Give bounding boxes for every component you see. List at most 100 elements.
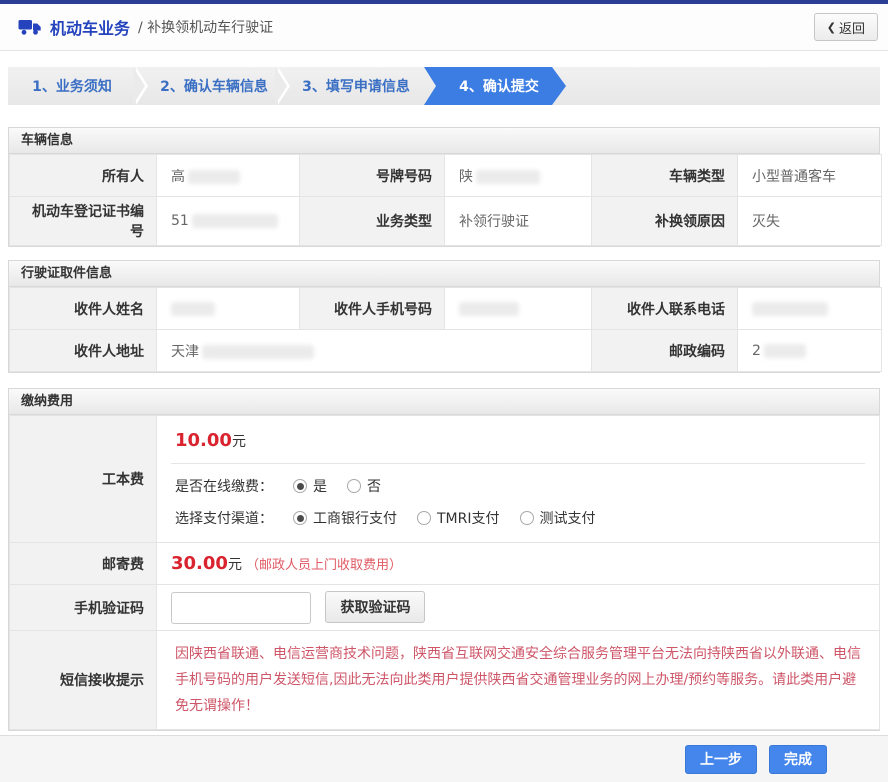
- pickup-info-header: 行驶证取件信息: [9, 261, 879, 287]
- redacted-value: [171, 301, 215, 316]
- previous-step-button[interactable]: 上一步: [685, 744, 757, 774]
- table-row: 工本费 10.00元 是否在线缴费： 是 否 选择支付渠道： 工商银行支付 TM…: [9, 415, 880, 543]
- back-caret-icon: ❮: [826, 20, 836, 34]
- table-row: 邮寄费 30.00元 （邮政人员上门收取费用）: [9, 542, 880, 585]
- step-bar: 1、业务须知 2、确认车辆信息 3、填写申请信息 4、确认提交: [8, 67, 880, 105]
- gongben-amount: 10.00元: [171, 418, 865, 464]
- field-label: 车辆类型: [591, 154, 738, 197]
- footer-action-bar: 上一步 完成: [0, 735, 888, 782]
- step-4-confirm-submit-active: 4、确认提交: [424, 67, 566, 105]
- field-value: 51: [156, 196, 300, 246]
- field-value: 高: [156, 154, 300, 197]
- value-text: 天津: [171, 343, 199, 360]
- sms-code-input[interactable]: [171, 592, 311, 624]
- field-label: 邮寄费: [9, 542, 157, 585]
- vehicle-info-table: 所有人 高 号牌号码 陕 车辆类型 小型普通客车 机动车登记证书编号 51 业务…: [9, 154, 882, 246]
- field-label: 邮政编码: [591, 329, 738, 372]
- redacted-value: [752, 301, 828, 316]
- step-1-business-notice: 1、业务须知: [32, 79, 112, 95]
- field-label: 收件人手机号码: [299, 287, 445, 330]
- breadcrumb: / 补换领机动车行驶证: [138, 20, 274, 36]
- gongben-fee-cell: 10.00元 是否在线缴费： 是 否 选择支付渠道： 工商银行支付 TMRI支付…: [156, 415, 880, 543]
- field-label: 手机验证码: [9, 584, 157, 631]
- step-separator: [275, 67, 292, 105]
- field-value: [156, 287, 300, 330]
- redacted-value: [188, 169, 240, 184]
- table-row: 收件人地址 天津 邮政编码 2: [9, 329, 882, 372]
- radio-label: 否: [367, 479, 381, 495]
- back-button-label: 返回: [838, 21, 865, 37]
- redacted-value: [202, 344, 314, 359]
- youji-fee-cell: 30.00元 （邮政人员上门收取费用）: [156, 542, 880, 585]
- redacted-value: [191, 214, 278, 228]
- vehicle-info-header: 车辆信息: [9, 128, 879, 154]
- radio-option-tmri[interactable]: TMRI支付: [417, 508, 500, 528]
- pickup-info-section: 行驶证取件信息 收件人姓名 收件人手机号码 收件人联系电话 收件人地址 天津 邮…: [8, 260, 882, 373]
- vehicle-info-section: 车辆信息 所有人 高 号牌号码 陕 车辆类型 小型普通客车 机动车登记证书编号 …: [8, 127, 882, 247]
- field-label: 收件人地址: [9, 329, 157, 372]
- radio-label: TMRI支付: [437, 511, 500, 527]
- value-text: 51: [171, 213, 189, 229]
- pay-channel-question: 选择支付渠道：: [175, 511, 273, 527]
- step-2-confirm-vehicle: 2、确认车辆信息: [160, 79, 268, 95]
- fee-amount: 10.00: [175, 430, 232, 451]
- field-value: 2: [737, 329, 882, 372]
- redacted-value: [459, 301, 519, 316]
- field-label: 所有人: [9, 154, 157, 197]
- back-button[interactable]: ❮ 返回: [813, 13, 878, 41]
- sms-notice-cell: 因陕西省联通、电信运营商技术问题，陕西省互联网交通安全综合服务管理平台无法向持陕…: [156, 630, 880, 730]
- radio-option-test[interactable]: 测试支付: [519, 508, 596, 528]
- payment-section: 缴纳费用 工本费 10.00元 是否在线缴费： 是 否 选择支付渠道： 工商银行…: [8, 388, 880, 731]
- field-value: 小型普通客车: [737, 154, 882, 197]
- field-value: [444, 287, 592, 330]
- radio-label: 工商银行支付: [313, 511, 397, 527]
- field-label: 收件人姓名: [9, 287, 157, 330]
- value-text: 陕: [459, 168, 473, 185]
- radio-unselected-icon: [519, 511, 534, 525]
- field-label: 补换领原因: [591, 196, 738, 246]
- table-row: 手机验证码 获取验证码: [9, 584, 880, 631]
- fee-unit: 元: [227, 557, 242, 573]
- table-row: 短信接收提示 因陕西省联通、电信运营商技术问题，陕西省互联网交通安全综合服务管理…: [9, 630, 880, 730]
- online-pay-question: 是否在线缴费：: [175, 479, 273, 495]
- radio-unselected-icon: [347, 479, 361, 493]
- payment-table: 工本费 10.00元 是否在线缴费： 是 否 选择支付渠道： 工商银行支付 TM…: [9, 415, 880, 730]
- radio-unselected-icon: [417, 511, 431, 525]
- field-label: 机动车登记证书编号: [9, 196, 157, 246]
- field-label: 业务类型: [299, 196, 445, 246]
- step-3-fill-application: 3、填写申请信息: [302, 79, 410, 95]
- step-separator: [133, 67, 150, 105]
- fee-amount: 30.00: [171, 553, 228, 574]
- radio-option-icbc[interactable]: 工商银行支付: [293, 508, 397, 528]
- fee-unit: 元: [231, 434, 246, 450]
- field-value: [737, 287, 882, 330]
- field-label: 收件人联系电话: [591, 287, 738, 330]
- table-row: 机动车登记证书编号 51 业务类型 补领行驶证 补换领原因 灭失: [9, 196, 882, 246]
- finish-button[interactable]: 完成: [769, 744, 827, 774]
- payment-header: 缴纳费用: [9, 389, 879, 415]
- redacted-value: [476, 169, 540, 184]
- field-label: 短信接收提示: [9, 630, 157, 730]
- radio-option-no[interactable]: 否: [347, 476, 381, 496]
- field-label: 工本费: [9, 415, 157, 543]
- value-text: 高: [171, 168, 185, 185]
- radio-selected-icon: [293, 511, 307, 525]
- radio-selected-icon: [293, 479, 307, 493]
- table-row: 所有人 高 号牌号码 陕 车辆类型 小型普通客车: [9, 154, 882, 197]
- get-code-button[interactable]: 获取验证码: [325, 591, 426, 623]
- radio-option-yes[interactable]: 是: [293, 476, 327, 496]
- header-title-group: 机动车业务 / 补换领机动车行驶证: [18, 15, 273, 39]
- field-value: 陕: [444, 154, 592, 197]
- page-title: 机动车业务: [50, 19, 131, 38]
- sms-notice-text: 因陕西省联通、电信运营商技术问题，陕西省互联网交通安全综合服务管理平台无法向持陕…: [175, 646, 861, 714]
- page-header: 机动车业务 / 补换领机动车行驶证 ❮ 返回: [0, 4, 888, 51]
- pay-channel-row: 选择支付渠道： 工商银行支付 TMRI支付 测试支付: [171, 508, 865, 528]
- table-row: 收件人姓名 收件人手机号码 收件人联系电话: [9, 287, 882, 330]
- pickup-info-table: 收件人姓名 收件人手机号码 收件人联系电话 收件人地址 天津 邮政编码 2: [9, 287, 882, 372]
- field-label: 号牌号码: [299, 154, 445, 197]
- online-pay-row: 是否在线缴费： 是 否: [171, 476, 865, 496]
- field-value: 补领行驶证: [444, 196, 592, 246]
- redacted-value: [763, 343, 806, 358]
- truck-icon: [18, 18, 42, 36]
- field-value: 灭失: [737, 196, 882, 246]
